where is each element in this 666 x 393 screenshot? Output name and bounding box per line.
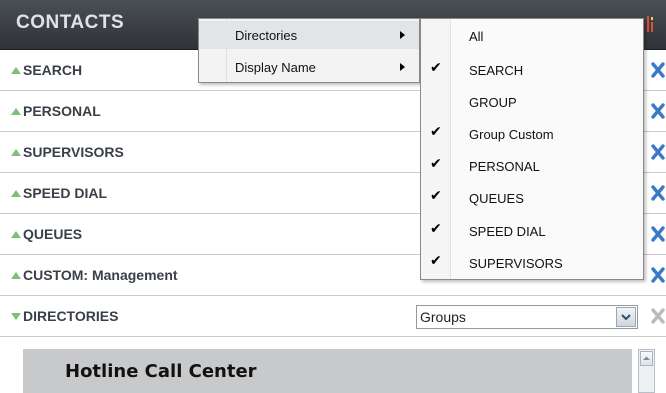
check-icon: ✔ [430,221,442,237]
scroll-up-button[interactable] [640,351,653,366]
submenu-item-label: GROUP [469,95,517,110]
submenu-item-group-custom[interactable]: ✔ Group Custom [421,118,643,150]
close-icon[interactable] [650,307,666,325]
collapse-arrow-icon[interactable] [11,313,21,320]
submenu-arrow-icon [400,63,405,71]
directory-select-value: Groups [420,309,466,325]
section-label: QUEUES [23,226,83,242]
expand-arrow-icon[interactable] [11,149,21,156]
close-icon[interactable] [650,225,666,243]
section-label: SPEED DIAL [23,185,108,201]
scrollbar[interactable] [638,349,655,393]
submenu-item-label: QUEUES [469,191,524,206]
check-icon: ✔ [430,188,442,204]
close-icon[interactable] [650,61,666,79]
check-icon: ✔ [430,60,442,76]
check-icon: ✔ [430,124,442,140]
directories-submenu: All ✔ SEARCH GROUP ✔ Group Custom ✔ PERS… [420,18,644,280]
submenu-arrow-icon [400,31,405,39]
section-label: CUSTOM: Management [23,267,178,283]
menu-item-label: Display Name [235,60,316,75]
section-label: DIRECTORIES [23,308,119,324]
check-icon: ✔ [430,253,442,269]
directory-select[interactable]: Groups [416,305,638,329]
menu-item-label: Directories [235,28,298,43]
expand-arrow-icon[interactable] [11,231,21,238]
submenu-item-all[interactable]: All [421,20,643,52]
submenu-item-label: Group Custom [469,127,554,142]
expand-arrow-icon[interactable] [11,108,21,115]
submenu-item-label: SEARCH [469,63,524,78]
group-name: Hotline Call Center [65,361,257,382]
close-icon[interactable] [650,143,666,161]
expand-arrow-icon[interactable] [11,190,21,197]
menu-item-directories[interactable]: Directories [199,21,419,49]
contacts-panel: CONTACTS SEARCH PERSONAL SUPERVISORS SPE… [0,0,666,393]
submenu-item-label: SUPERVISORS [469,256,563,271]
submenu-item-label: SPEED DIAL [469,224,546,239]
close-icon[interactable] [650,266,666,284]
menu-item-display-name[interactable]: Display Name [199,53,419,81]
section-label: PERSONAL [23,103,101,119]
context-menu: Directories Display Name [198,18,420,83]
submenu-item-group[interactable]: GROUP [421,86,643,118]
section-directories[interactable]: DIRECTORIES Groups [0,296,666,337]
submenu-item-supervisors[interactable]: ✔ SUPERVISORS [421,247,643,279]
dropdown-arrow-icon[interactable] [616,307,636,327]
directory-content: Hotline Call Center [0,337,666,393]
panel-title: CONTACTS [16,12,125,33]
submenu-item-speed-dial[interactable]: ✔ SPEED DIAL [421,215,643,247]
submenu-item-search[interactable]: ✔ SEARCH [421,54,643,86]
submenu-item-label: PERSONAL [469,159,540,174]
expand-arrow-icon[interactable] [11,67,21,74]
check-icon: ✔ [430,156,442,172]
brand-logo-icon [647,16,653,32]
section-label: SEARCH [23,62,83,78]
submenu-item-personal[interactable]: ✔ PERSONAL [421,150,643,182]
close-icon[interactable] [650,102,666,120]
submenu-item-queues[interactable]: ✔ QUEUES [421,182,643,214]
expand-arrow-icon[interactable] [11,272,21,279]
close-icon[interactable] [650,184,666,202]
section-label: SUPERVISORS [23,144,124,160]
directory-group-header[interactable]: Hotline Call Center [23,349,632,393]
submenu-item-label: All [469,29,484,44]
